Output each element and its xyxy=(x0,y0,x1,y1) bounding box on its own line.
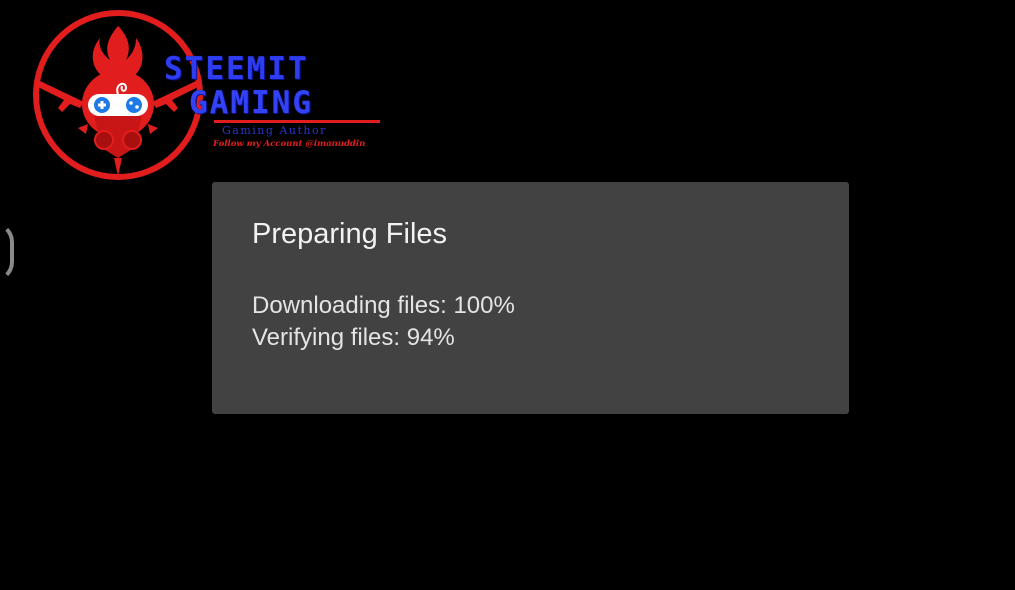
logo-title-gaming: GAMING xyxy=(189,85,313,121)
game-loading-screen: STEEMIT GAMING Gaming Author Follow my A… xyxy=(0,0,1015,590)
dialog-title: Preparing Files xyxy=(252,218,448,250)
verify-status-text: Verifying files: 94% xyxy=(252,324,455,351)
preparing-files-dialog: Preparing Files Downloading files: 100% … xyxy=(212,182,849,414)
dialog-status: Downloading files: 100% Verifying files:… xyxy=(252,290,515,354)
logo-title-steemit: STEEMIT xyxy=(164,51,309,87)
steemit-gaming-logo: STEEMIT GAMING Gaming Author Follow my A… xyxy=(18,8,408,183)
gas-mask-gamepad-icon xyxy=(33,10,203,180)
logo-subtitle: Gaming Author xyxy=(222,124,327,137)
spinner-arc-icon xyxy=(0,222,14,282)
logo-follow-text: Follow my Account @imanuddin xyxy=(213,139,366,149)
logo-divider xyxy=(214,120,380,123)
download-status-text: Downloading files: 100% xyxy=(252,292,515,319)
